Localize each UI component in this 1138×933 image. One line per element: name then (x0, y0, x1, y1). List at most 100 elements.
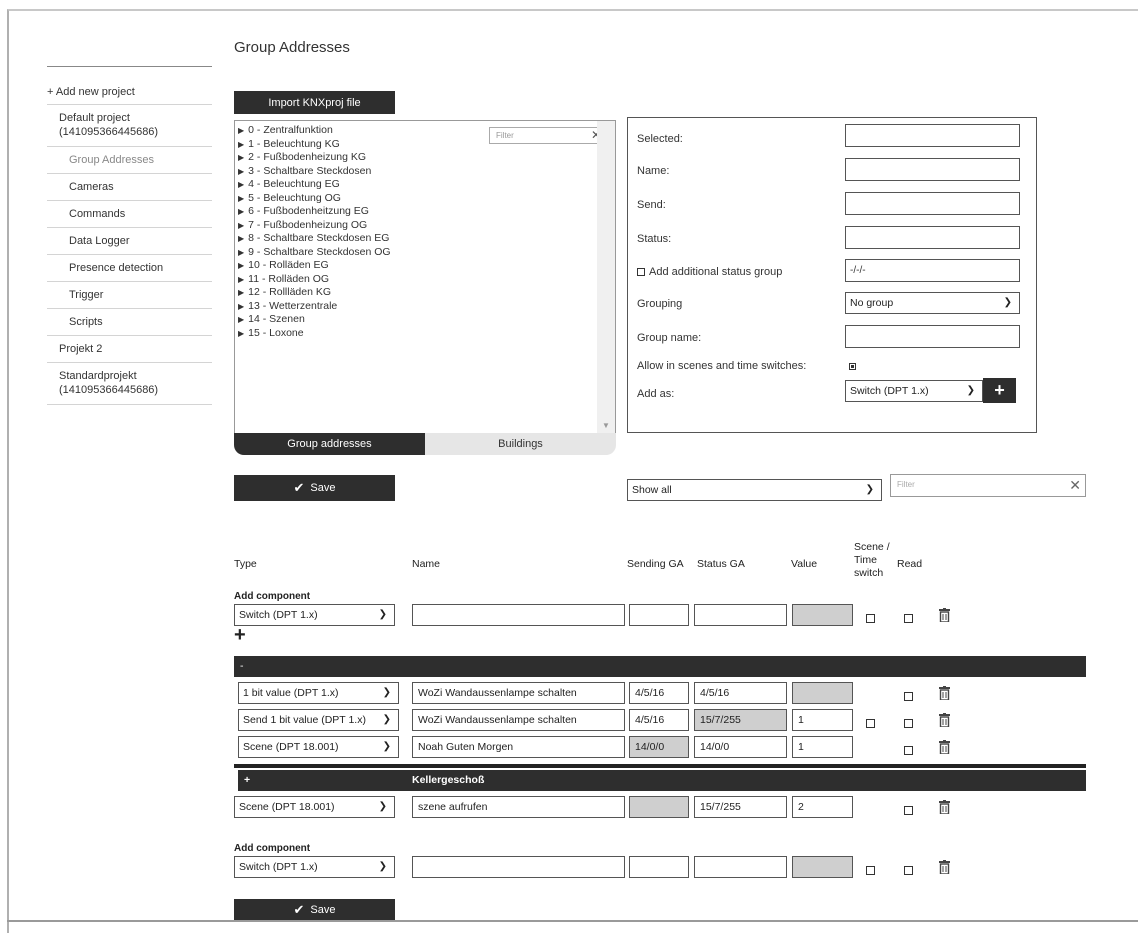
add-status-checkbox[interactable] (637, 268, 645, 277)
show-filter-select[interactable]: Show all ❯ (627, 479, 882, 501)
expand-toggle[interactable]: + (244, 770, 250, 791)
row-type-select[interactable]: Scene (DPT 18.001) ❯ (238, 736, 399, 758)
add-as-select[interactable]: Switch (DPT 1.x) ❯ (845, 380, 983, 402)
tree-item[interactable]: ▶ 14 - Szenen (238, 313, 391, 327)
tree-item[interactable]: ▶ 7 - Fußbodenheizung OG (238, 219, 391, 233)
tree-item[interactable]: ▶ 0 - Zentralfunktion (238, 124, 391, 138)
row-sending-field[interactable]: 4/5/16 (629, 682, 689, 704)
send-field[interactable] (845, 192, 1020, 215)
tree-item[interactable]: ▶ 12 - Rollläden KG (238, 286, 391, 300)
row-read-checkbox[interactable] (904, 692, 913, 701)
expand-arrow-icon[interactable]: ▶ (238, 221, 244, 230)
sidebar-item-commands[interactable]: Commands (47, 201, 212, 228)
add-component-read-checkbox[interactable] (904, 866, 913, 875)
add-component-status-field[interactable] (694, 856, 787, 878)
expand-arrow-icon[interactable]: ▶ (238, 234, 244, 243)
add-project-link[interactable]: + Add new project (47, 81, 212, 105)
tree-scrollbar[interactable]: ▼ (597, 121, 615, 434)
row-name-field[interactable]: Noah Guten Morgen (412, 736, 625, 758)
expand-arrow-icon[interactable]: ▶ (238, 329, 244, 338)
row-sending-field[interactable]: 4/5/16 (629, 709, 689, 731)
add-component-sending-field[interactable] (629, 604, 689, 626)
tab-buildings[interactable]: Buildings (425, 433, 616, 455)
row-read-checkbox[interactable] (904, 719, 913, 728)
tree-item[interactable]: ▶ 2 - Fußbodenheizung KG (238, 151, 391, 165)
collapse-toggle[interactable]: - (234, 660, 244, 672)
selected-field[interactable] (845, 124, 1020, 147)
scroll-down-icon[interactable]: ▼ (602, 421, 610, 430)
add-component-name-field[interactable] (412, 856, 625, 878)
tree-item[interactable]: ▶ 15 - Loxone (238, 327, 391, 341)
add-component-scene-checkbox[interactable] (866, 614, 875, 623)
add-status-group-option[interactable]: Add additional status group (637, 266, 782, 278)
row-value-field[interactable]: 1 (792, 736, 853, 758)
row-read-checkbox[interactable] (904, 746, 913, 755)
row-scene-checkbox[interactable] (866, 719, 875, 728)
sidebar-item-standardprojekt[interactable]: Standardprojekt (141095366445686) (47, 363, 212, 405)
row-status-field[interactable]: 4/5/16 (694, 682, 787, 704)
add-component-status-field[interactable] (694, 604, 787, 626)
add-button[interactable]: + (983, 378, 1016, 403)
additional-status-field[interactable]: -/-/- (845, 259, 1020, 282)
add-component-sending-field[interactable] (629, 856, 689, 878)
sidebar-item-group-addresses[interactable]: Group Addresses (47, 147, 212, 174)
tree-item[interactable]: ▶ 3 - Schaltbare Steckdosen (238, 165, 391, 179)
tree-item[interactable]: ▶ 4 - Beleuchtung EG (238, 178, 391, 192)
add-component-plus-icon[interactable]: + (234, 624, 246, 647)
row-type-select[interactable]: 1 bit value (DPT 1.x) ❯ (238, 682, 399, 704)
row-value-field[interactable]: 2 (792, 796, 853, 818)
tree-item[interactable]: ▶ 10 - Rolläden EG (238, 259, 391, 273)
row-name-field[interactable]: WoZi Wandaussenlampe schalten (412, 709, 625, 731)
expand-arrow-icon[interactable]: ▶ (238, 288, 244, 297)
allow-scenes-checkbox[interactable] (849, 363, 856, 370)
clear-filter-icon[interactable]: ✕ (1069, 477, 1081, 494)
trash-icon[interactable] (939, 740, 950, 754)
trash-icon[interactable] (939, 713, 950, 727)
tree-item[interactable]: ▶ 6 - Fußbodenheitzung EG (238, 205, 391, 219)
expand-arrow-icon[interactable]: ▶ (238, 207, 244, 216)
trash-icon[interactable] (939, 686, 950, 700)
sidebar-item-scripts[interactable]: Scripts (47, 309, 212, 336)
import-knxproj-button[interactable]: Import KNXproj file (234, 91, 395, 114)
add-component-type-select[interactable]: Switch (DPT 1.x) ❯ (234, 604, 395, 626)
group-header-bar[interactable]: - (234, 656, 1086, 677)
row-name-field[interactable]: szene aufrufen (412, 796, 625, 818)
save-button-top[interactable]: ✔ Save (234, 475, 395, 501)
expand-arrow-icon[interactable]: ▶ (238, 153, 244, 162)
sidebar-item-cameras[interactable]: Cameras (47, 174, 212, 201)
add-component-type-select[interactable]: Switch (DPT 1.x) ❯ (234, 856, 395, 878)
expand-arrow-icon[interactable]: ▶ (238, 275, 244, 284)
add-component-read-checkbox[interactable] (904, 614, 913, 623)
sidebar-item-presence-detection[interactable]: Presence detection (47, 255, 212, 282)
expand-arrow-icon[interactable]: ▶ (238, 194, 244, 203)
sidebar-item-default-project[interactable]: Default project (141095366445686) (47, 105, 212, 147)
status-field[interactable] (845, 226, 1020, 249)
expand-arrow-icon[interactable]: ▶ (238, 248, 244, 257)
expand-arrow-icon[interactable]: ▶ (238, 126, 244, 135)
name-field[interactable] (845, 158, 1020, 181)
row-type-select[interactable]: Send 1 bit value (DPT 1.x) ❯ (238, 709, 399, 731)
grouping-select[interactable]: No group ❯ (845, 292, 1020, 314)
expand-arrow-icon[interactable]: ▶ (238, 167, 244, 176)
add-component-scene-checkbox[interactable] (866, 866, 875, 875)
tab-group-addresses[interactable]: Group addresses (234, 433, 425, 455)
row-read-checkbox[interactable] (904, 806, 913, 815)
group-name-field[interactable] (845, 325, 1020, 348)
sidebar-item-projekt-2[interactable]: Projekt 2 (47, 336, 212, 363)
trash-icon[interactable] (939, 608, 950, 622)
expand-arrow-icon[interactable]: ▶ (238, 261, 244, 270)
trash-icon[interactable] (939, 800, 950, 814)
tree-filter-input[interactable]: Filter ✕ (489, 127, 606, 144)
row-type-select[interactable]: Scene (DPT 18.001) ❯ (234, 796, 395, 818)
tree-item[interactable]: ▶ 13 - Wetterzentrale (238, 300, 391, 314)
save-button-bottom[interactable]: ✔ Save (234, 899, 395, 921)
tree-item[interactable]: ▶ 5 - Beleuchtung OG (238, 192, 391, 206)
group-header-kellergeschoss[interactable]: + Kellergeschoß (238, 770, 1086, 791)
sidebar-item-data-logger[interactable]: Data Logger (47, 228, 212, 255)
row-status-field[interactable]: 14/0/0 (694, 736, 787, 758)
row-status-field[interactable]: 15/7/255 (694, 796, 787, 818)
tree-item[interactable]: ▶ 8 - Schaltbare Steckdosen EG (238, 232, 391, 246)
row-value-field[interactable]: 1 (792, 709, 853, 731)
expand-arrow-icon[interactable]: ▶ (238, 140, 244, 149)
list-filter-input[interactable]: Filter ✕ (890, 474, 1086, 497)
